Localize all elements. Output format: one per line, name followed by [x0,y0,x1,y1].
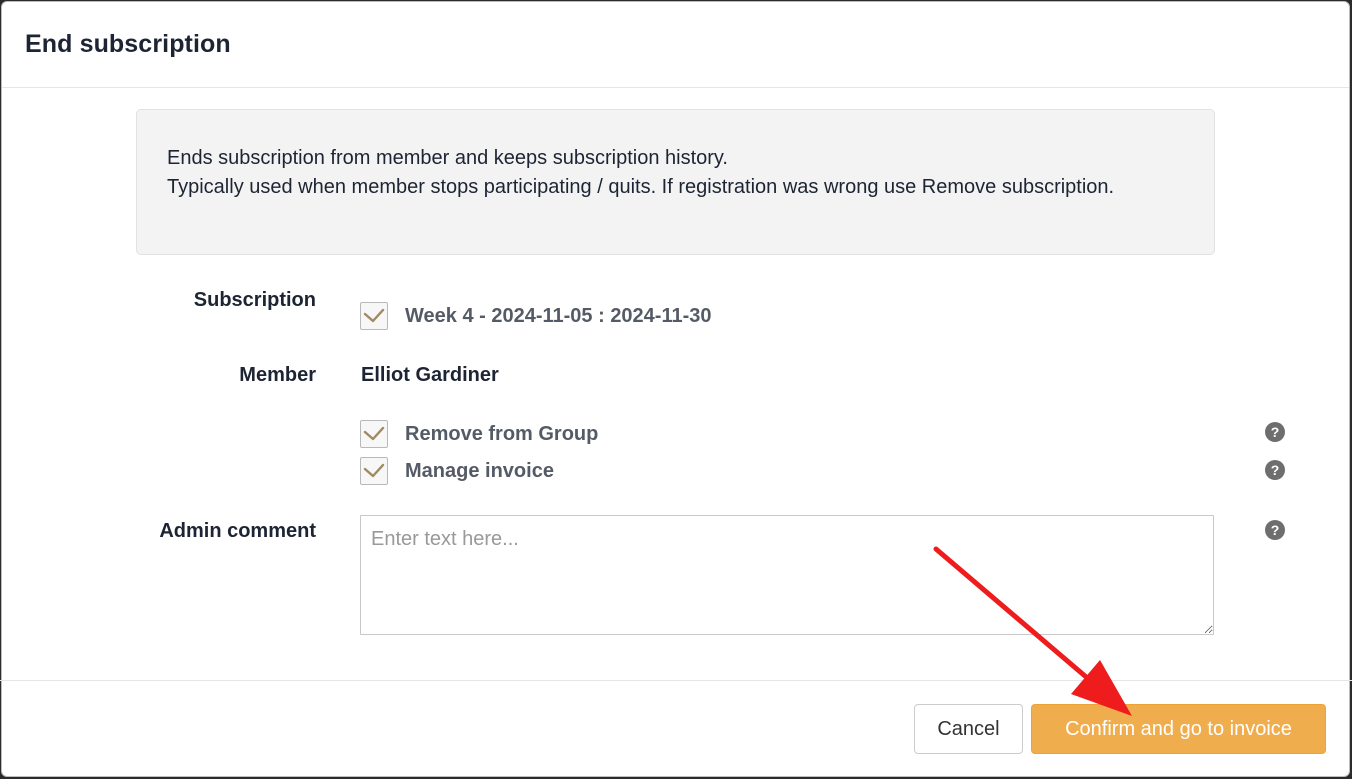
subscription-checkbox[interactable] [360,302,388,330]
dialog-header: End subscription [2,2,1349,88]
question-circle-icon[interactable]: ? [1265,422,1285,442]
manage-invoice-row: Manage invoice [360,456,554,486]
info-text-line-1: Ends subscription from member and keeps … [167,147,728,169]
manage-invoice-label: Manage invoice [405,459,554,482]
member-value: Elliot Gardiner [361,364,499,386]
admin-comment-label: Admin comment [159,520,316,542]
info-box: Ends subscription from member and keeps … [136,109,1215,255]
cancel-button[interactable]: Cancel [914,704,1023,754]
checkmark-icon [363,308,385,323]
manage-invoice-checkbox[interactable] [360,457,388,485]
subscription-value: Week 4 - 2024-11-05 : 2024-11-30 [405,304,712,327]
member-label: Member [239,364,316,386]
remove-from-group-label: Remove from Group [405,422,599,445]
end-subscription-dialog: End subscription Ends subscription from … [1,1,1350,777]
checkmark-icon [363,426,385,441]
dialog-title: End subscription [25,30,231,58]
subscription-row: Week 4 - 2024-11-05 : 2024-11-30 [360,301,712,331]
checkmark-icon [363,463,385,478]
question-circle-icon[interactable]: ? [1265,520,1285,540]
dialog-footer-divider [0,680,1352,681]
info-text-line-2: Typically used when member stops partici… [167,175,1115,198]
admin-comment-textarea[interactable] [360,515,1214,635]
remove-from-group-checkbox[interactable] [360,420,388,448]
confirm-and-go-to-invoice-button[interactable]: Confirm and go to invoice [1031,704,1326,754]
remove-from-group-row: Remove from Group [360,419,598,449]
subscription-label: Subscription [193,289,316,311]
question-circle-icon[interactable]: ? [1265,460,1285,480]
